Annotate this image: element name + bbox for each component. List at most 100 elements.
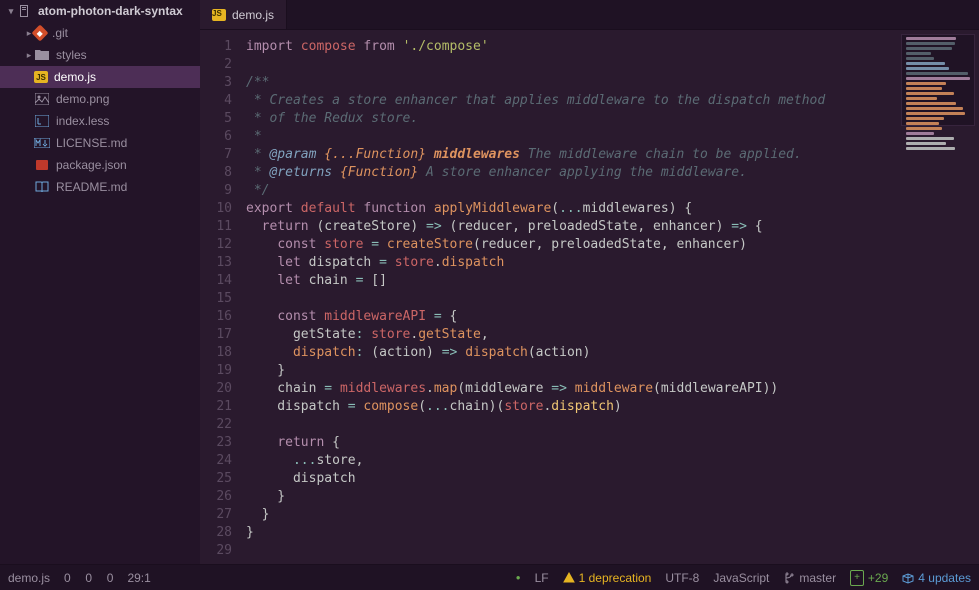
line-number: 20	[200, 380, 232, 398]
tree-item-demo-js[interactable]: JS demo.js	[0, 66, 200, 88]
warning-icon	[563, 572, 575, 584]
tab-demo-js[interactable]: JS demo.js	[200, 0, 287, 29]
code-line[interactable]: return (createStore) => (reducer, preloa…	[246, 218, 979, 236]
code-line[interactable]: ...store,	[246, 452, 979, 470]
code-line[interactable]	[246, 56, 979, 74]
status-branch[interactable]: master	[783, 571, 836, 585]
line-number: 8	[200, 164, 232, 182]
tree-item-package-json[interactable]: package.json	[0, 154, 200, 176]
less-icon	[34, 113, 50, 129]
code-content[interactable]: import compose from './compose' /** * Cr…	[242, 30, 979, 564]
code-line[interactable]: dispatch = compose(...chain)(store.dispa…	[246, 398, 979, 416]
line-number: 7	[200, 146, 232, 164]
chevron-right-icon: ▸	[24, 50, 34, 61]
line-number: 17	[200, 326, 232, 344]
tree-item-label: index.less	[56, 114, 109, 128]
tree-item-label: demo.png	[56, 92, 109, 106]
project-root[interactable]: ▾ atom-photon-dark-syntax	[0, 0, 200, 22]
image-icon	[34, 91, 50, 107]
code-line[interactable]	[246, 542, 979, 560]
code-line[interactable]: }	[246, 506, 979, 524]
line-number: 5	[200, 110, 232, 128]
status-file[interactable]: demo.js	[8, 571, 50, 585]
line-number: 13	[200, 254, 232, 272]
line-number: 10	[200, 200, 232, 218]
code-line[interactable]: const middlewareAPI = {	[246, 308, 979, 326]
code-line[interactable]: * @param {...Function} middlewares The m…	[246, 146, 979, 164]
tree-item-label: package.json	[56, 158, 127, 172]
code-line[interactable]: }	[246, 362, 979, 380]
code-line[interactable]: dispatch	[246, 470, 979, 488]
js-icon: JS	[34, 71, 48, 83]
code-line[interactable]: * Creates a store enhancer that applies …	[246, 92, 979, 110]
status-diagnostics[interactable]: 0 0 0	[64, 571, 113, 585]
line-number: 9	[200, 182, 232, 200]
book-icon	[34, 179, 50, 195]
code-line[interactable]: }	[246, 524, 979, 542]
code-line[interactable]: chain = middlewares.map(middleware => mi…	[246, 380, 979, 398]
code-line[interactable]: const store = createStore(reducer, prelo…	[246, 236, 979, 254]
line-number: 1	[200, 38, 232, 56]
status-language[interactable]: JavaScript	[713, 571, 769, 585]
tree-item--git[interactable]: ▸◆.git	[0, 22, 200, 44]
code-line[interactable]: let chain = []	[246, 272, 979, 290]
code-line[interactable]: * of the Redux store.	[246, 110, 979, 128]
code-line[interactable]: import compose from './compose'	[246, 38, 979, 56]
status-git-diff[interactable]: + +29	[850, 570, 888, 586]
line-number: 28	[200, 524, 232, 542]
code-editor[interactable]: 1234567891011121314151617181920212223242…	[200, 30, 979, 564]
json-icon	[34, 157, 50, 173]
code-line[interactable]: dispatch: (action) => dispatch(action)	[246, 344, 979, 362]
line-number: 18	[200, 344, 232, 362]
line-gutter: 1234567891011121314151617181920212223242…	[200, 30, 242, 564]
code-line[interactable]: *	[246, 128, 979, 146]
line-number: 4	[200, 92, 232, 110]
code-line[interactable]: let dispatch = store.dispatch	[246, 254, 979, 272]
code-line[interactable]: /**	[246, 74, 979, 92]
plus-icon: +	[850, 570, 864, 586]
tree-item-index-less[interactable]: index.less	[0, 110, 200, 132]
tab-label: demo.js	[232, 8, 274, 22]
tree-item-LICENSE-md[interactable]: LICENSE.md	[0, 132, 200, 154]
chevron-down-icon: ▾	[6, 6, 16, 17]
status-cursor[interactable]: 29:1	[127, 571, 150, 585]
code-line[interactable]: export default function applyMiddleware(…	[246, 200, 979, 218]
js-icon: JS	[212, 9, 226, 21]
tree-item-demo-png[interactable]: demo.png	[0, 88, 200, 110]
package-icon	[902, 572, 914, 584]
tree-item-label: styles	[56, 48, 87, 62]
code-line[interactable]: */	[246, 182, 979, 200]
status-bar: demo.js 0 0 0 29:1 ● LF 1 deprecation UT…	[0, 564, 979, 590]
status-line-ending[interactable]: LF	[535, 571, 549, 585]
tree-item-label: .git	[52, 26, 68, 40]
code-line[interactable]	[246, 290, 979, 308]
line-number: 21	[200, 398, 232, 416]
code-line[interactable]: getState: store.getState,	[246, 326, 979, 344]
status-encoding[interactable]: UTF-8	[665, 571, 699, 585]
git-icon: ◆	[32, 25, 49, 42]
line-number: 6	[200, 128, 232, 146]
editor-area: JS demo.js 12345678910111213141516171819…	[200, 0, 979, 564]
tab-bar[interactable]: JS demo.js	[200, 0, 979, 30]
tree-item-label: demo.js	[54, 70, 96, 84]
code-line[interactable]: return {	[246, 434, 979, 452]
status-updates[interactable]: 4 updates	[902, 571, 971, 585]
line-number: 15	[200, 290, 232, 308]
line-number: 11	[200, 218, 232, 236]
line-number: 23	[200, 434, 232, 452]
status-deprecation[interactable]: 1 deprecation	[563, 571, 652, 585]
code-line[interactable]	[246, 416, 979, 434]
tree-item-styles[interactable]: ▸ styles	[0, 44, 200, 66]
line-number: 27	[200, 506, 232, 524]
line-number: 14	[200, 272, 232, 290]
code-line[interactable]: }	[246, 488, 979, 506]
line-number: 26	[200, 488, 232, 506]
file-tree[interactable]: ▾ atom-photon-dark-syntax ▸◆.git ▸ styles J…	[0, 0, 200, 564]
line-number: 12	[200, 236, 232, 254]
line-number: 25	[200, 470, 232, 488]
tree-item-label: LICENSE.md	[56, 136, 127, 150]
code-line[interactable]: * @returns {Function} A store enhancer a…	[246, 164, 979, 182]
minimap[interactable]	[901, 34, 975, 126]
tree-item-README-md[interactable]: README.md	[0, 176, 200, 198]
markdown-icon	[34, 135, 50, 151]
